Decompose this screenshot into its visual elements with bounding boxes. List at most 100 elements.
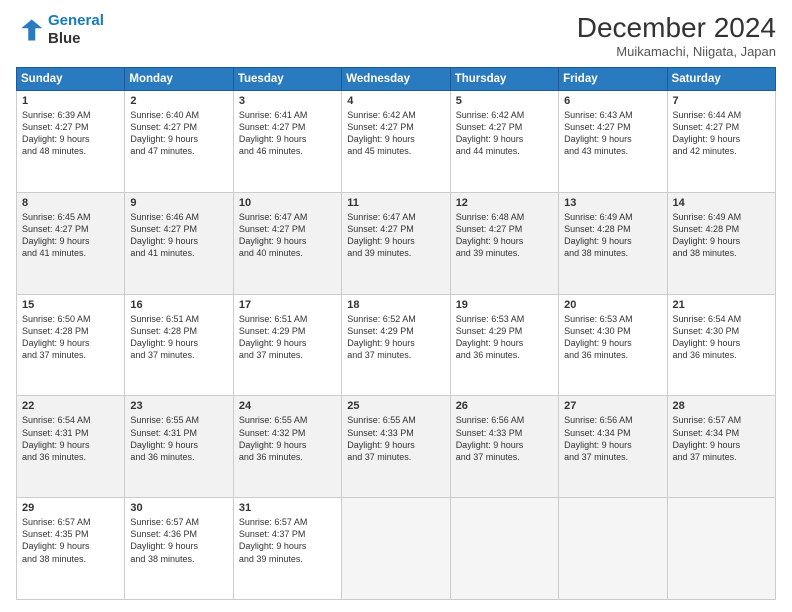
day-number: 20: [564, 299, 661, 311]
day-number: 16: [130, 299, 227, 311]
day-number: 22: [22, 400, 119, 412]
calendar-table: SundayMondayTuesdayWednesdayThursdayFrid…: [16, 67, 776, 600]
day-info: Sunrise: 6:47 AM Sunset: 4:27 PM Dayligh…: [239, 211, 336, 260]
calendar-cell: 8 Sunrise: 6:45 AM Sunset: 4:27 PM Daylig…: [17, 192, 125, 294]
col-header-monday: Monday: [125, 68, 233, 91]
calendar-cell: 30Sunrise: 6:57 AM Sunset: 4:36 PM Dayli…: [125, 498, 233, 600]
logo-line2: Blue: [48, 30, 104, 48]
day-info: Sunrise: 6:48 AM Sunset: 4:27 PM Dayligh…: [456, 211, 553, 260]
day-number: 4: [347, 95, 444, 107]
calendar-cell: 15Sunrise: 6:50 AM Sunset: 4:28 PM Dayli…: [17, 294, 125, 396]
calendar-cell: 26 Sunrise: 6:56 AM Sunset: 4:33 PM Dayli…: [450, 396, 558, 498]
calendar-cell: 19Sunrise: 6:53 AM Sunset: 4:29 PM Dayli…: [450, 294, 558, 396]
day-number: 27: [564, 400, 661, 412]
day-info: Sunrise: 6:46 AM Sunset: 4:27 PM Dayligh…: [130, 211, 227, 260]
week-row-3: 15Sunrise: 6:50 AM Sunset: 4:28 PM Dayli…: [17, 294, 776, 396]
day-info: Sunrise: 6:56 AM Sunset: 4:34 PM Dayligh…: [564, 414, 661, 463]
week-row-4: 22 Sunrise: 6:54 AM Sunset: 4:31 PM Dayli…: [17, 396, 776, 498]
day-info: Sunrise: 6:54 AM Sunset: 4:31 PM Dayligh…: [22, 414, 119, 463]
day-info: Sunrise: 6:55 AM Sunset: 4:32 PM Dayligh…: [239, 414, 336, 463]
calendar-cell: 5 Sunrise: 6:42 AM Sunset: 4:27 PM Daylig…: [450, 91, 558, 193]
day-number: 7: [673, 95, 770, 107]
logo: General Blue: [16, 12, 104, 48]
day-number: 2: [130, 95, 227, 107]
day-info: Sunrise: 6:42 AM Sunset: 4:27 PM Dayligh…: [347, 109, 444, 158]
day-info: Sunrise: 6:44 AM Sunset: 4:27 PM Dayligh…: [673, 109, 770, 158]
header: General Blue December 2024 Muikamachi, N…: [16, 12, 776, 59]
logo-icon: [16, 16, 44, 44]
calendar-cell: 12 Sunrise: 6:48 AM Sunset: 4:27 PM Dayli…: [450, 192, 558, 294]
col-header-friday: Friday: [559, 68, 667, 91]
day-number: 30: [130, 502, 227, 514]
day-number: 6: [564, 95, 661, 107]
calendar-cell: 31Sunrise: 6:57 AM Sunset: 4:37 PM Dayli…: [233, 498, 341, 600]
calendar-cell: 17 Sunrise: 6:51 AM Sunset: 4:29 PM Dayli…: [233, 294, 341, 396]
calendar-cell: [559, 498, 667, 600]
day-number: 19: [456, 299, 553, 311]
day-number: 11: [347, 197, 444, 209]
day-number: 3: [239, 95, 336, 107]
day-info: Sunrise: 6:45 AM Sunset: 4:27 PM Dayligh…: [22, 211, 119, 260]
day-number: 28: [673, 400, 770, 412]
day-number: 25: [347, 400, 444, 412]
col-header-wednesday: Wednesday: [342, 68, 450, 91]
day-info: Sunrise: 6:40 AM Sunset: 4:27 PM Dayligh…: [130, 109, 227, 158]
day-info: Sunrise: 6:39 AM Sunset: 4:27 PM Dayligh…: [22, 109, 119, 158]
day-number: 10: [239, 197, 336, 209]
day-number: 12: [456, 197, 553, 209]
title-block: December 2024 Muikamachi, Niigata, Japan: [577, 12, 776, 59]
calendar-cell: 1Sunrise: 6:39 AM Sunset: 4:27 PM Daylig…: [17, 91, 125, 193]
calendar-cell: 11Sunrise: 6:47 AM Sunset: 4:27 PM Dayli…: [342, 192, 450, 294]
col-header-tuesday: Tuesday: [233, 68, 341, 91]
calendar-cell: 6Sunrise: 6:43 AM Sunset: 4:27 PM Daylig…: [559, 91, 667, 193]
day-number: 8: [22, 197, 119, 209]
day-info: Sunrise: 6:41 AM Sunset: 4:27 PM Dayligh…: [239, 109, 336, 158]
day-info: Sunrise: 6:57 AM Sunset: 4:35 PM Dayligh…: [22, 516, 119, 565]
col-header-thursday: Thursday: [450, 68, 558, 91]
calendar-cell: 3 Sunrise: 6:41 AM Sunset: 4:27 PM Daylig…: [233, 91, 341, 193]
day-info: Sunrise: 6:57 AM Sunset: 4:37 PM Dayligh…: [239, 516, 336, 565]
calendar-cell: 25 Sunrise: 6:55 AM Sunset: 4:33 PM Dayli…: [342, 396, 450, 498]
day-info: Sunrise: 6:56 AM Sunset: 4:33 PM Dayligh…: [456, 414, 553, 463]
day-number: 26: [456, 400, 553, 412]
calendar-cell: 29 Sunrise: 6:57 AM Sunset: 4:35 PM Dayli…: [17, 498, 125, 600]
day-info: Sunrise: 6:51 AM Sunset: 4:29 PM Dayligh…: [239, 313, 336, 362]
day-number: 29: [22, 502, 119, 514]
day-number: 17: [239, 299, 336, 311]
day-info: Sunrise: 6:57 AM Sunset: 4:34 PM Dayligh…: [673, 414, 770, 463]
page: General Blue December 2024 Muikamachi, N…: [0, 0, 792, 612]
day-info: Sunrise: 6:55 AM Sunset: 4:33 PM Dayligh…: [347, 414, 444, 463]
subtitle: Muikamachi, Niigata, Japan: [577, 44, 776, 59]
calendar-cell: 14Sunrise: 6:49 AM Sunset: 4:28 PM Dayli…: [667, 192, 775, 294]
calendar-cell: 7 Sunrise: 6:44 AM Sunset: 4:27 PM Daylig…: [667, 91, 775, 193]
calendar-cell: 20 Sunrise: 6:53 AM Sunset: 4:30 PM Dayli…: [559, 294, 667, 396]
day-info: Sunrise: 6:53 AM Sunset: 4:30 PM Dayligh…: [564, 313, 661, 362]
calendar-cell: 2 Sunrise: 6:40 AM Sunset: 4:27 PM Daylig…: [125, 91, 233, 193]
day-info: Sunrise: 6:52 AM Sunset: 4:29 PM Dayligh…: [347, 313, 444, 362]
calendar-cell: 13 Sunrise: 6:49 AM Sunset: 4:28 PM Dayli…: [559, 192, 667, 294]
day-number: 21: [673, 299, 770, 311]
calendar-cell: [450, 498, 558, 600]
day-info: Sunrise: 6:49 AM Sunset: 4:28 PM Dayligh…: [564, 211, 661, 260]
calendar-cell: 28 Sunrise: 6:57 AM Sunset: 4:34 PM Dayli…: [667, 396, 775, 498]
day-info: Sunrise: 6:55 AM Sunset: 4:31 PM Dayligh…: [130, 414, 227, 463]
day-info: Sunrise: 6:49 AM Sunset: 4:28 PM Dayligh…: [673, 211, 770, 260]
main-title: December 2024: [577, 12, 776, 44]
day-number: 9: [130, 197, 227, 209]
day-info: Sunrise: 6:42 AM Sunset: 4:27 PM Dayligh…: [456, 109, 553, 158]
day-number: 13: [564, 197, 661, 209]
logo-line1: General: [48, 12, 104, 29]
day-number: 24: [239, 400, 336, 412]
week-row-2: 8 Sunrise: 6:45 AM Sunset: 4:27 PM Daylig…: [17, 192, 776, 294]
calendar-cell: 22 Sunrise: 6:54 AM Sunset: 4:31 PM Dayli…: [17, 396, 125, 498]
day-info: Sunrise: 6:54 AM Sunset: 4:30 PM Dayligh…: [673, 313, 770, 362]
week-row-1: 1Sunrise: 6:39 AM Sunset: 4:27 PM Daylig…: [17, 91, 776, 193]
calendar-cell: 10 Sunrise: 6:47 AM Sunset: 4:27 PM Dayli…: [233, 192, 341, 294]
day-info: Sunrise: 6:50 AM Sunset: 4:28 PM Dayligh…: [22, 313, 119, 362]
calendar-cell: 23Sunrise: 6:55 AM Sunset: 4:31 PM Dayli…: [125, 396, 233, 498]
calendar-cell: 9 Sunrise: 6:46 AM Sunset: 4:27 PM Daylig…: [125, 192, 233, 294]
calendar-cell: 4 Sunrise: 6:42 AM Sunset: 4:27 PM Daylig…: [342, 91, 450, 193]
day-number: 5: [456, 95, 553, 107]
header-row: SundayMondayTuesdayWednesdayThursdayFrid…: [17, 68, 776, 91]
calendar-cell: [667, 498, 775, 600]
